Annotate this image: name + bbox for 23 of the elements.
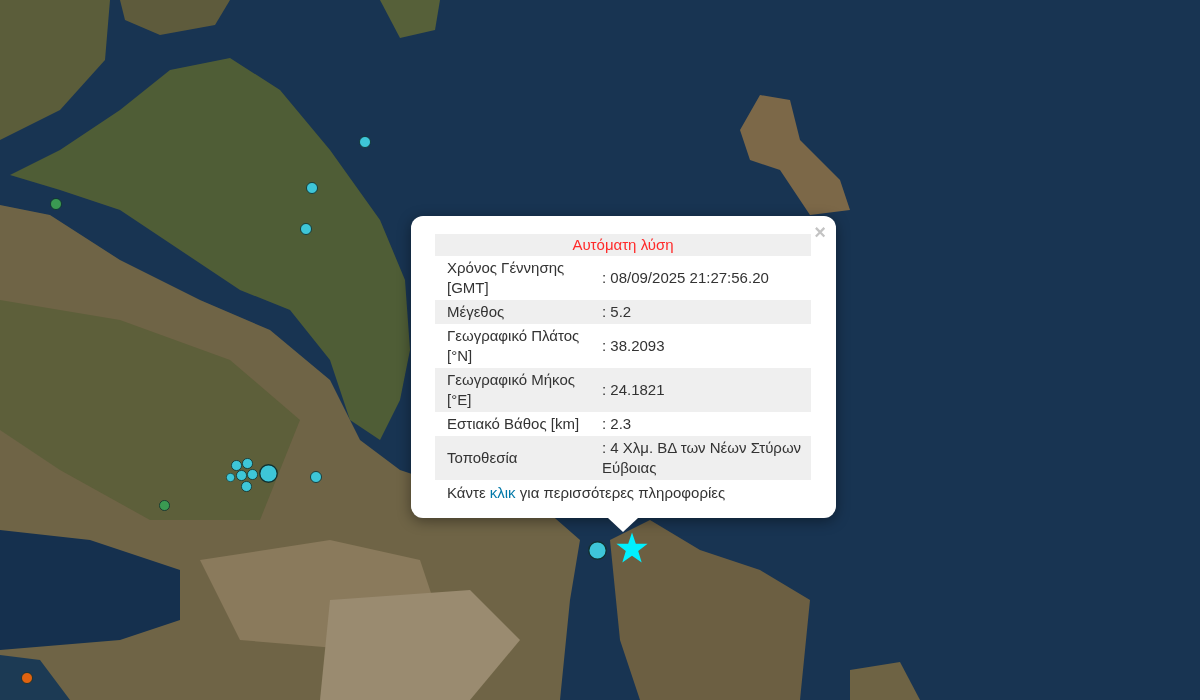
more-info-link[interactable]: κλικ	[489, 484, 516, 501]
circle-marker-icon[interactable]	[230, 459, 242, 471]
value-cell: : 4 Χλμ. ΒΔ των Νέων Στύρων Εύβοιας	[602, 436, 811, 480]
circle-marker-icon[interactable]	[21, 672, 33, 684]
circle-marker-icon[interactable]	[240, 480, 252, 492]
circle-marker-icon[interactable]	[306, 182, 318, 194]
more-info-text: Κάντε κλικ για περισσότερες πληροφορίες	[446, 483, 727, 503]
circle-marker-icon[interactable]	[235, 469, 247, 481]
circle-marker-icon[interactable]	[241, 457, 253, 469]
label-cell: Τοποθεσία	[435, 436, 602, 480]
table-header: Αυτόματη λύση	[435, 234, 811, 256]
circle-marker-icon[interactable]	[50, 198, 62, 210]
circle-marker-icon[interactable]	[300, 223, 312, 235]
circle-marker-icon[interactable]	[359, 136, 371, 148]
value-cell: : 24.1821	[602, 368, 811, 412]
label-cell: Γεωγραφικό Μήκος [°E]	[435, 368, 602, 412]
star-marker-icon[interactable]	[616, 532, 648, 564]
value-cell: : 5.2	[602, 300, 811, 324]
circle-marker-icon[interactable]	[158, 499, 170, 511]
label-cell: Μέγεθος	[435, 300, 602, 324]
circle-marker-icon[interactable]	[225, 472, 235, 482]
circle-marker-icon[interactable]	[246, 468, 258, 480]
circle-marker-icon[interactable]	[310, 471, 322, 483]
